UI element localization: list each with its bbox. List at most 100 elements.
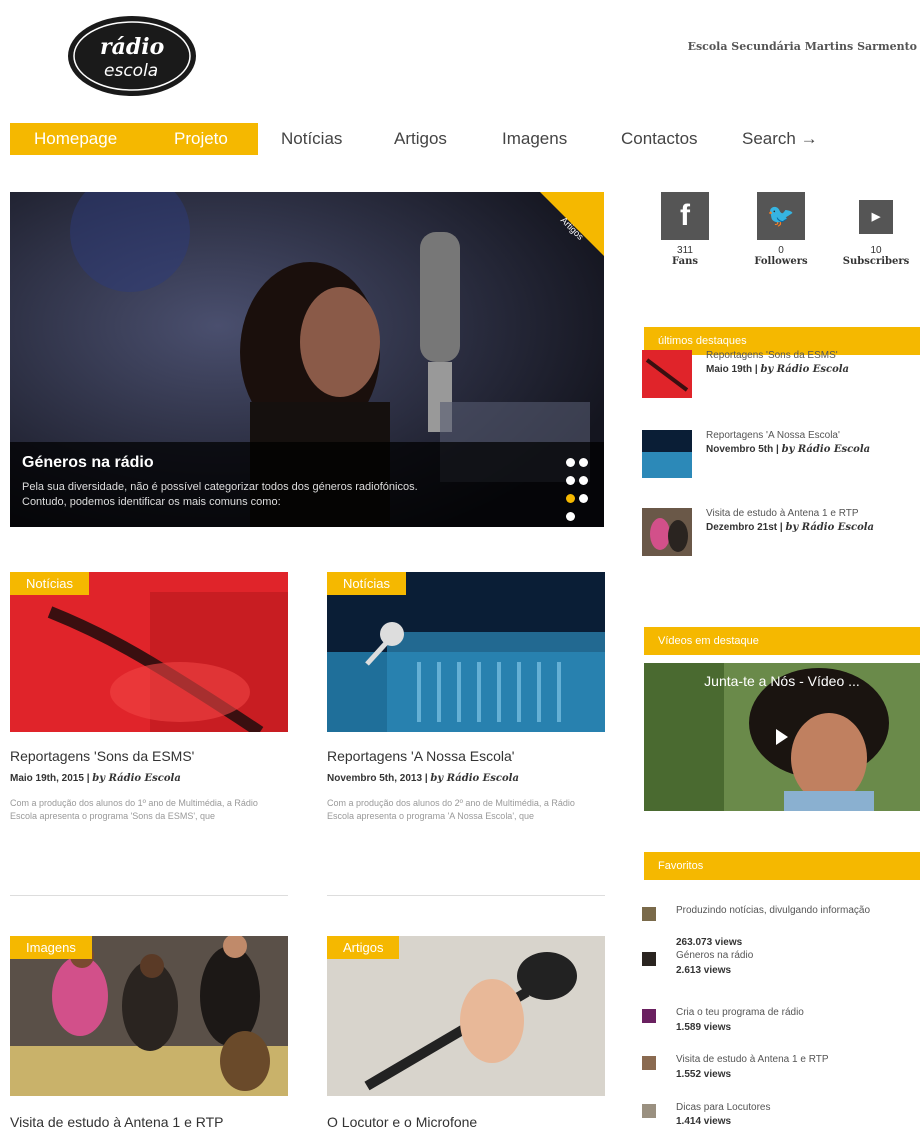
card-image[interactable]: Notícias xyxy=(327,572,605,732)
thumbnail[interactable] xyxy=(642,350,692,398)
social-twitter[interactable]: 🐦 0 Followers xyxy=(751,192,811,267)
hero-slider[interactable]: Artigos Géneros na rádio Pela sua divers… xyxy=(10,192,604,527)
card-title[interactable]: O Locutor e o Microfone xyxy=(327,1114,477,1130)
thumbnail[interactable] xyxy=(642,1104,656,1118)
list-item-title[interactable]: Dicas para Locutores xyxy=(676,1102,896,1114)
list-item-date: Maio 19th | xyxy=(706,364,758,375)
list-item-date: Novembro 5th | xyxy=(706,444,779,455)
list-item-author[interactable]: by Rádio Escola xyxy=(782,444,871,455)
hero-title[interactable]: Géneros na rádio xyxy=(22,454,154,472)
list-item[interactable]: Géneros na rádio 2.613 views xyxy=(642,950,921,990)
slider-dots xyxy=(564,456,594,527)
card-meta: Maio 19th, 2015 | by Rádio Escola xyxy=(10,773,181,784)
radio-escola-logo[interactable]: rádio escola xyxy=(66,12,198,98)
nav-contactos[interactable]: Contactos xyxy=(621,126,698,152)
card-title[interactable]: Reportagens 'A Nossa Escola' xyxy=(327,748,514,764)
social-label: Subscribers xyxy=(842,256,910,267)
card-title[interactable]: Reportagens 'Sons da ESMS' xyxy=(10,748,194,764)
list-item[interactable]: Produzindo notícias, divulgando informaç… xyxy=(642,905,921,948)
hero-caption: Géneros na rádio Pela sua diversidade, n… xyxy=(10,442,604,527)
list-item-title[interactable]: Visita de estudo à Antena 1 e RTP xyxy=(706,508,859,519)
list-item[interactable]: Dicas para Locutores 1.414 views xyxy=(642,1102,921,1140)
card-meta: Novembro 5th, 2013 | by Rádio Escola xyxy=(327,773,519,784)
list-item[interactable]: Cria o teu programa de rádio 1.589 views xyxy=(642,1007,921,1047)
slider-dot[interactable] xyxy=(566,458,575,467)
view-count: 263.073 views xyxy=(676,937,743,948)
nav-noticias[interactable]: Notícias xyxy=(281,126,342,152)
social-count: 0 xyxy=(778,245,784,256)
nav-imagens[interactable]: Imagens xyxy=(502,126,567,152)
list-item-title[interactable]: Produzindo notícias, divulgando informaç… xyxy=(676,905,876,917)
list-item-title[interactable]: Reportagens 'A Nossa Escola' xyxy=(706,430,840,441)
list-item-title[interactable]: Cria o teu programa de rádio xyxy=(676,1007,896,1019)
thumbnail[interactable] xyxy=(642,952,656,966)
hero-description: Pela sua diversidade, não é possível cat… xyxy=(22,481,418,508)
view-count: 1.552 views xyxy=(676,1069,732,1080)
slider-dot[interactable] xyxy=(579,476,588,485)
nav-projeto[interactable]: Projeto xyxy=(174,126,228,152)
twitter-icon[interactable]: 🐦 xyxy=(757,192,805,240)
thumbnail[interactable] xyxy=(642,1056,656,1070)
nav-search[interactable]: Search → xyxy=(742,126,818,152)
list-item-meta: Dezembro 21st | by Rádio Escola xyxy=(706,522,874,533)
microphone-red-image xyxy=(10,572,288,732)
divider xyxy=(327,895,605,896)
list-item-title[interactable]: Reportagens 'Sons da ESMS' xyxy=(706,350,838,361)
play-icon[interactable] xyxy=(776,729,788,745)
social-youtube[interactable]: ▶ 10 Subscribers xyxy=(836,192,916,267)
social-label: Fans xyxy=(672,256,698,267)
card-image[interactable]: Notícias xyxy=(10,572,288,732)
video-title[interactable]: Junta-te a Nós - Vídeo ... xyxy=(644,673,920,689)
slider-dot[interactable] xyxy=(566,476,575,485)
card-tag[interactable]: Notícias xyxy=(10,572,89,595)
thumbnail[interactable] xyxy=(642,1009,656,1023)
slider-dot-active[interactable] xyxy=(566,494,575,503)
card-image[interactable]: Imagens xyxy=(10,936,288,1096)
nav-artigos[interactable]: Artigos xyxy=(394,126,447,152)
mixing-desk-image xyxy=(327,572,605,732)
thumbnail[interactable] xyxy=(642,430,692,478)
list-item[interactable]: Reportagens 'A Nossa Escola' Novembro 5t… xyxy=(642,430,921,480)
list-item-title[interactable]: Géneros na rádio xyxy=(676,950,896,962)
list-item[interactable]: Visita de estudo à Antena 1 e RTP Dezemb… xyxy=(642,508,921,558)
favoritos-heading: Favoritos xyxy=(644,852,920,880)
list-item[interactable]: Reportagens 'Sons da ESMS' Maio 19th | b… xyxy=(642,350,921,400)
card-author[interactable]: by Rádio Escola xyxy=(430,773,519,784)
card-tag[interactable]: Notícias xyxy=(327,572,406,595)
slider-dot[interactable] xyxy=(566,512,575,521)
list-item-author[interactable]: by Rádio Escola xyxy=(786,522,875,533)
card-date: Maio 19th, 2015 | xyxy=(10,773,90,784)
nav-homepage[interactable]: Homepage xyxy=(34,126,117,152)
card-date: Novembro 5th, 2013 | xyxy=(327,773,428,784)
list-item-meta: Novembro 5th | by Rádio Escola xyxy=(706,444,870,455)
list-item-title[interactable]: Visita de estudo à Antena 1 e RTP xyxy=(676,1054,896,1066)
hand-microphone-image xyxy=(327,936,605,1096)
school-name: Escola Secundária Martins Sarmento xyxy=(687,40,917,53)
slider-dot[interactable] xyxy=(579,494,588,503)
card-image[interactable]: Artigos xyxy=(327,936,605,1096)
card-tag[interactable]: Artigos xyxy=(327,936,400,959)
facebook-icon[interactable]: f xyxy=(661,192,709,240)
youtube-icon[interactable]: ▶ xyxy=(859,200,893,234)
social-count: 311 xyxy=(677,245,693,256)
divider xyxy=(10,895,288,896)
list-item-meta: Maio 19th | by Rádio Escola xyxy=(706,364,849,375)
social-facebook[interactable]: f 311 Fans xyxy=(655,192,715,267)
slider-dot[interactable] xyxy=(579,458,588,467)
card-title[interactable]: Visita de estudo à Antena 1 e RTP xyxy=(10,1114,224,1130)
list-item-date: Dezembro 21st | xyxy=(706,522,783,533)
card-tag[interactable]: Imagens xyxy=(10,936,92,959)
list-item-author[interactable]: by Rádio Escola xyxy=(760,364,849,375)
logo-badge: rádio escola xyxy=(68,16,196,96)
view-count: 2.613 views xyxy=(676,965,732,976)
social-label: Followers xyxy=(754,256,808,267)
card-author[interactable]: by Rádio Escola xyxy=(92,773,181,784)
list-item[interactable]: Visita de estudo à Antena 1 e RTP 1.552 … xyxy=(642,1054,921,1094)
thumbnail[interactable] xyxy=(642,907,656,921)
video-player[interactable]: Junta-te a Nós - Vídeo ... xyxy=(644,663,920,811)
logo-text-2: escola xyxy=(104,61,158,81)
card-excerpt: Com a produção dos alunos do 1º ano de M… xyxy=(10,798,258,821)
thumbnail[interactable] xyxy=(642,508,692,556)
view-count: 1.414 views xyxy=(676,1116,732,1127)
studio-visit-image xyxy=(10,936,288,1096)
